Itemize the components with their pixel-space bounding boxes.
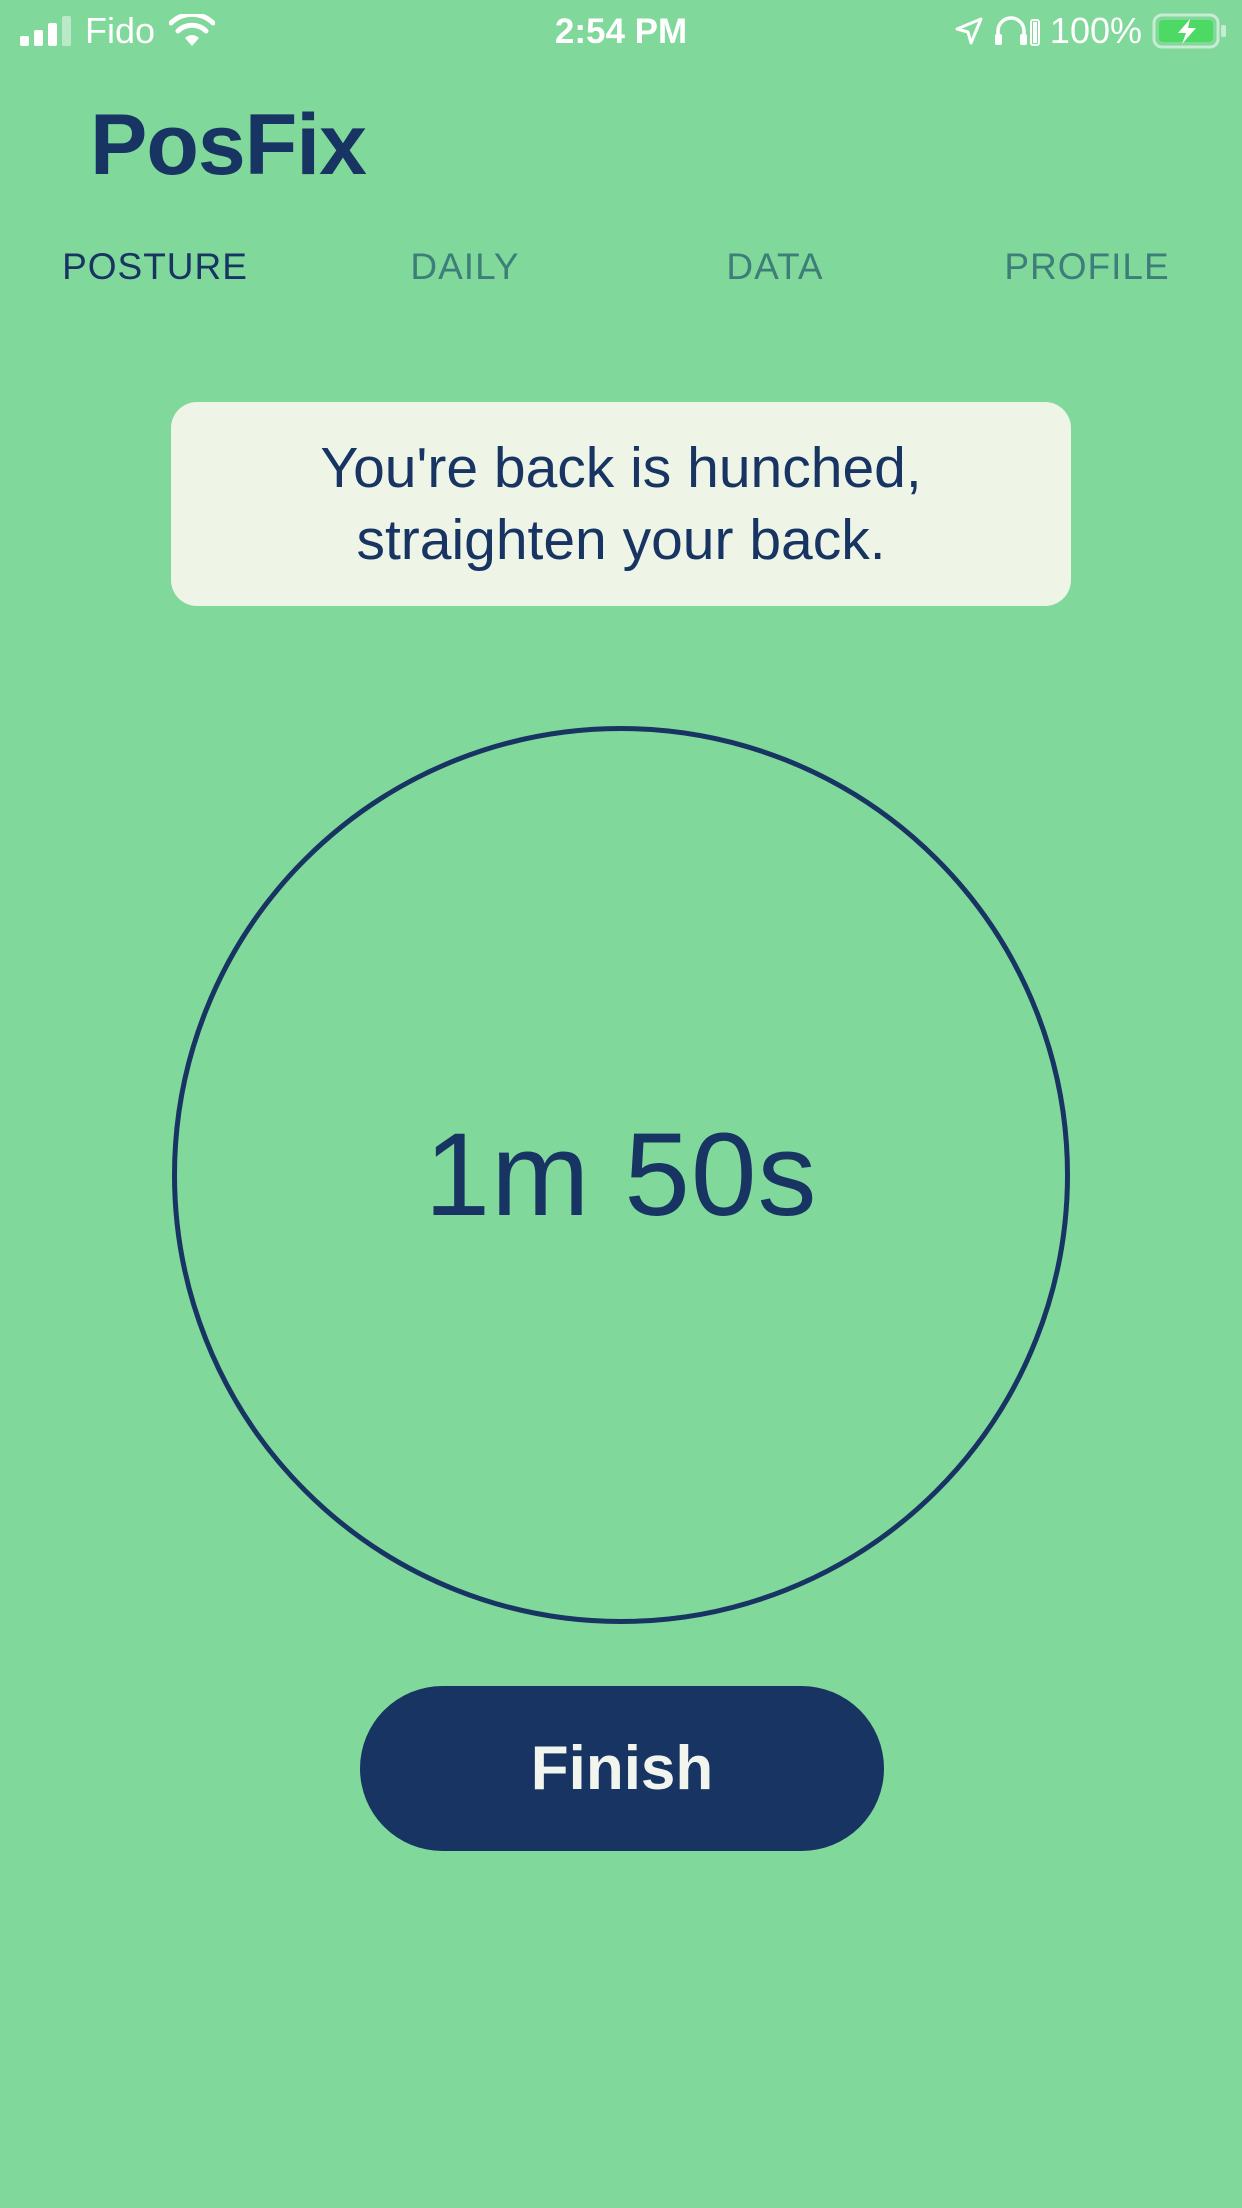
timer-display: 1m 50s — [424, 1109, 818, 1241]
tab-data[interactable]: DATA — [620, 246, 930, 288]
status-bar: Fido 2:54 PM 100% — [0, 0, 1242, 62]
battery-charging-icon — [1152, 13, 1226, 49]
tab-bar: POSTURE DAILY DATA PROFILE — [0, 246, 1242, 298]
tab-profile[interactable]: PROFILE — [932, 246, 1242, 288]
tab-posture[interactable]: POSTURE — [0, 246, 310, 288]
posture-message: You're back is hunched, straighten your … — [320, 432, 921, 576]
finish-button[interactable]: Finish — [360, 1686, 884, 1851]
posture-message-line2: straighten your back. — [356, 508, 886, 572]
posture-message-card: You're back is hunched, straighten your … — [171, 402, 1071, 606]
timer-circle: 1m 50s — [172, 726, 1070, 1624]
app-title: PosFix — [90, 97, 367, 193]
tab-daily[interactable]: DAILY — [310, 246, 620, 288]
battery-percent: 100% — [1049, 10, 1142, 51]
posture-message-line1: You're back is hunched, — [320, 436, 922, 500]
location-arrow-icon — [955, 17, 983, 45]
status-right: 100% — [954, 10, 1228, 52]
headphones-battery-icon — [994, 16, 1040, 46]
